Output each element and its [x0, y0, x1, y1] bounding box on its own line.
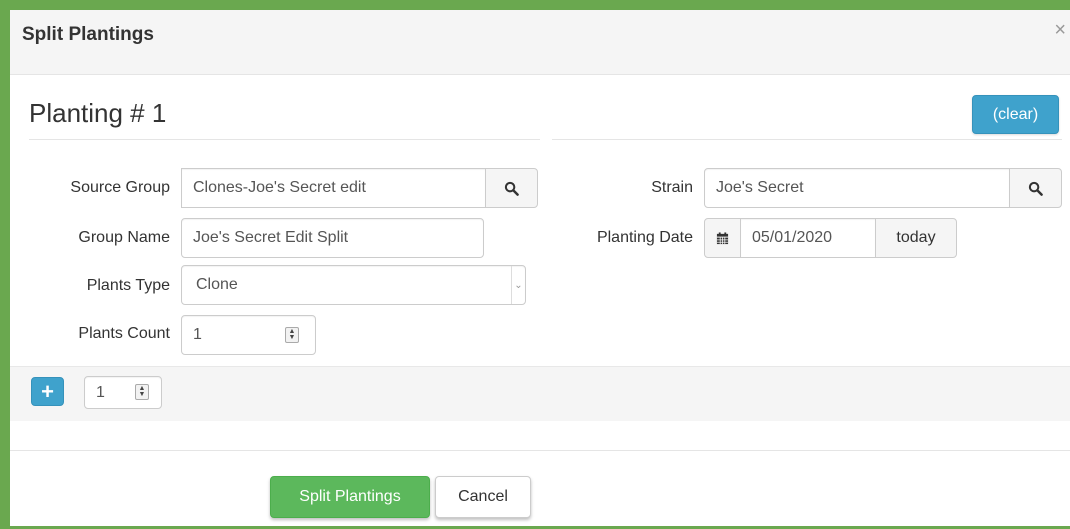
dialog-frame: Split Plantings × Planting # 1 (clear) S…: [0, 0, 1070, 529]
plus-icon[interactable]: +: [31, 377, 64, 406]
strain-input[interactable]: Joe's Secret: [704, 168, 1010, 208]
chevron-down-icon: ⌄: [511, 266, 525, 304]
add-count-stepper[interactable]: 1: [84, 376, 162, 409]
group-name-input[interactable]: Joe's Secret Edit Split: [181, 218, 484, 258]
group-name-value: Joe's Secret Edit Split: [193, 229, 349, 246]
plants-count-spinner-icon[interactable]: ▲ ▼: [285, 327, 299, 343]
planting-date-input[interactable]: 05/01/2020: [740, 218, 876, 258]
dialog-title: Split Plantings: [22, 24, 154, 45]
add-count-value: 1: [96, 383, 105, 401]
plants-count-label: Plants Count: [78, 325, 170, 342]
planting-date-label: Planting Date: [596, 229, 693, 246]
clear-button[interactable]: (clear): [972, 95, 1059, 134]
planting-heading: Planting # 1: [29, 98, 167, 128]
search-icon: [1028, 181, 1043, 196]
plants-type-value: Clone: [196, 276, 238, 293]
source-group-value: Clones-Joe's Secret edit: [193, 179, 366, 196]
source-group-search-button[interactable]: [485, 168, 538, 208]
calendar-button[interactable]: [704, 218, 741, 258]
add-planting-band: [10, 366, 1070, 421]
source-group-input[interactable]: Clones-Joe's Secret edit: [181, 168, 486, 208]
plants-count-value: 1: [193, 326, 202, 343]
divider-right: [552, 139, 1062, 140]
split-plantings-button[interactable]: Split Plantings: [270, 476, 430, 518]
plants-type-label: Plants Type: [86, 277, 170, 294]
search-icon: [504, 181, 519, 196]
divider-left: [29, 139, 540, 140]
add-count-spinner-icon[interactable]: ▲ ▼: [135, 384, 149, 400]
source-group-label: Source Group: [70, 179, 170, 196]
today-button[interactable]: today: [875, 218, 957, 258]
planting-date-value: 05/01/2020: [752, 229, 833, 246]
group-name-label: Group Name: [78, 229, 170, 246]
strain-value: Joe's Secret: [716, 179, 804, 196]
footer-divider: [10, 450, 1070, 451]
cancel-button[interactable]: Cancel: [435, 476, 531, 518]
plants-type-select[interactable]: Clone ⌄: [181, 265, 526, 305]
dialog-header: Split Plantings ×: [10, 10, 1070, 75]
strain-search-button[interactable]: [1009, 168, 1062, 208]
calendar-icon: [716, 231, 729, 244]
strain-label: Strain: [651, 179, 693, 196]
close-icon[interactable]: ×: [1054, 20, 1066, 40]
